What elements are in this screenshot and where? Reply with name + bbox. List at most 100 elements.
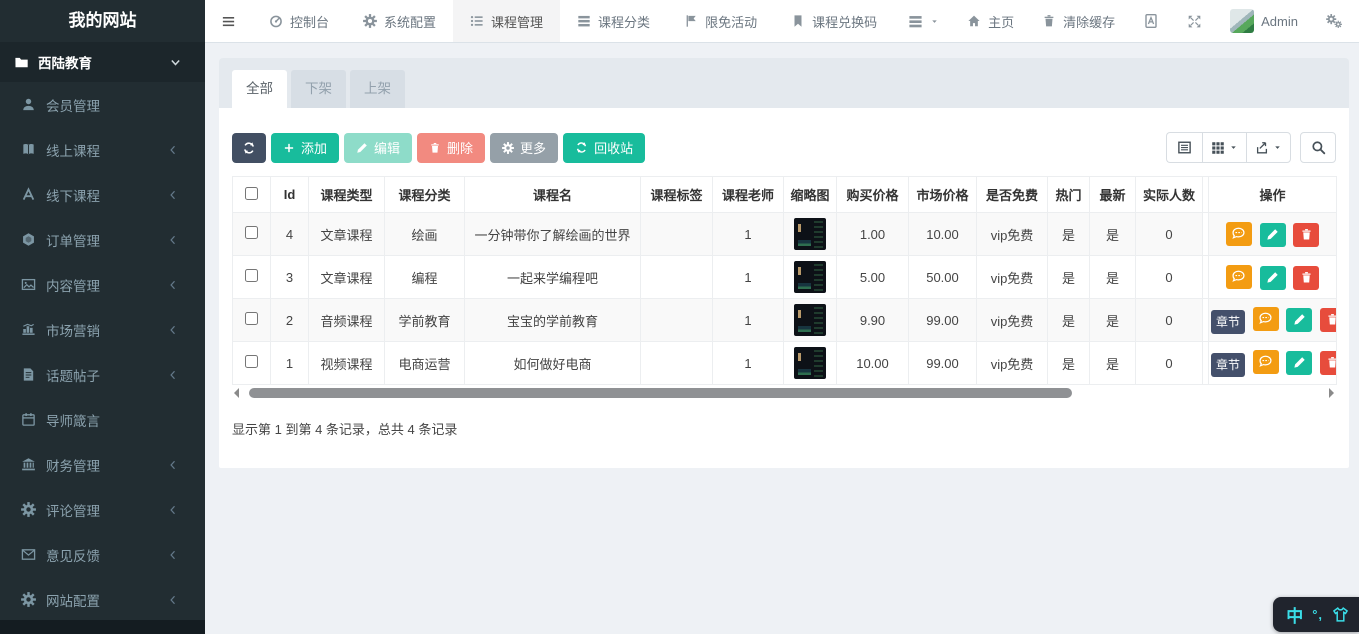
recycle-bin-button[interactable]: 回收站 [563,133,645,163]
comment-button[interactable] [1226,222,1252,246]
export-dropdown-button[interactable] [1246,132,1291,163]
delete-row-button[interactable] [1320,308,1337,332]
hot-toggle-link[interactable]: 是 [1062,228,1075,243]
row-checkbox[interactable] [245,355,258,368]
sidebar-item-topic-posts[interactable]: 话题帖子 [0,352,205,397]
sidebar-item-members[interactable]: 会员管理 [0,82,205,127]
nav-language-button[interactable] [1129,0,1173,42]
scroll-right-arrow[interactable] [1329,388,1334,398]
comment-button[interactable] [1253,307,1279,331]
header-course-type[interactable]: 课程类型 [309,177,385,213]
course-type-link[interactable]: 视频课程 [320,357,372,372]
sidebar-item-offline-courses[interactable]: 线下课程 [0,172,205,217]
scroll-left-arrow[interactable] [234,388,239,398]
delete-row-button[interactable] [1320,351,1337,375]
sidebar-item-finance[interactable]: 财务管理 [0,442,205,487]
header-id[interactable]: Id [271,177,309,213]
free-status-link[interactable]: vip免费 [991,271,1034,286]
select-all-checkbox[interactable] [245,187,258,200]
hot-toggle-link[interactable]: 是 [1062,271,1075,286]
newest-toggle-link[interactable]: 是 [1106,228,1119,243]
ime-skin-shirt-icon[interactable] [1332,606,1349,623]
thumbnail-image[interactable] [794,304,826,336]
header-thumbnail[interactable]: 缩略图 [784,177,837,213]
newest-toggle-link[interactable]: 是 [1106,271,1119,286]
comment-button[interactable] [1253,350,1279,374]
newest-toggle-link[interactable]: 是 [1106,314,1119,329]
ime-toolbar[interactable]: 中 °, [1273,597,1359,632]
header-course-teacher[interactable]: 课程老师 [713,177,784,213]
edit-row-button[interactable] [1260,266,1286,290]
sidebar-toggle-button[interactable] [205,0,252,42]
nav-tab-course-codes[interactable]: 课程兑换码 [774,0,894,42]
nav-fullscreen-button[interactable] [1173,0,1216,42]
horizontal-scrollbar[interactable] [232,387,1336,401]
ime-mode-indicator[interactable]: 中 [1286,602,1303,627]
nav-tab-course-categories[interactable]: 课程分类 [560,0,667,42]
nav-settings-button[interactable] [1312,0,1357,42]
edit-row-button[interactable] [1286,351,1312,375]
edit-button[interactable]: 编辑 [344,133,412,163]
sidebar-group-xilu-education[interactable]: 西陆教育 [0,42,205,82]
nav-clear-cache[interactable]: 清除缓存 [1028,0,1129,42]
header-actual-count[interactable]: 实际人数 [1136,177,1203,213]
comment-button[interactable] [1226,265,1252,289]
refresh-button[interactable] [232,133,266,163]
sidebar-item-site-config[interactable]: 网站配置 [0,577,205,622]
header-course-tag[interactable]: 课程标签 [641,177,713,213]
chapters-button[interactable]: 章节 [1211,310,1245,334]
delete-row-button[interactable] [1293,266,1319,290]
nav-tab-dashboard[interactable]: 控制台 [252,0,346,42]
hot-toggle-link[interactable]: 是 [1062,314,1075,329]
nav-user-menu[interactable]: Admin [1216,0,1312,42]
header-course-name[interactable]: 课程名 [465,177,641,213]
delete-row-button[interactable] [1293,223,1319,247]
row-checkbox[interactable] [245,269,258,282]
sidebar-item-mentor-quotes[interactable]: 导师箴言 [0,397,205,442]
sidebar-item-comments[interactable]: 评论管理 [0,487,205,532]
nav-tab-system-config[interactable]: 系统配置 [346,0,453,42]
header-newest[interactable]: 最新 [1090,177,1136,213]
sidebar-item-content[interactable]: 内容管理 [0,262,205,307]
thumbnail-image[interactable] [794,347,826,379]
course-type-link[interactable]: 文章课程 [320,271,372,286]
header-hot[interactable]: 热门 [1048,177,1090,213]
free-status-link[interactable]: vip免费 [991,314,1034,329]
add-button[interactable]: 添加 [271,133,339,163]
scrollbar-thumb[interactable] [249,388,1072,398]
thumbnail-image[interactable] [794,261,826,293]
course-type-link[interactable]: 文章课程 [320,228,372,243]
sidebar-item-marketing[interactable]: 市场营销 [0,307,205,352]
nav-tab-free-activities[interactable]: 限免活动 [667,0,774,42]
sidebar-item-online-courses[interactable]: 线上课程 [0,127,205,172]
nav-home[interactable]: 主页 [953,0,1028,42]
chapters-button[interactable]: 章节 [1211,353,1245,377]
nav-tab-course-management[interactable]: 课程管理 [453,0,560,42]
tab-on-shelf[interactable]: 上架 [350,70,405,108]
tab-off-shelf[interactable]: 下架 [291,70,346,108]
edit-row-button[interactable] [1286,308,1312,332]
header-is-free[interactable]: 是否免费 [977,177,1048,213]
sidebar-item-feedback[interactable]: 意见反馈 [0,532,205,577]
hot-toggle-link[interactable]: 是 [1062,357,1075,372]
ime-punctuation-indicator[interactable]: °, [1312,607,1323,622]
delete-button[interactable]: 删除 [417,133,485,163]
header-market-price[interactable]: 市场价格 [909,177,977,213]
free-status-link[interactable]: vip免费 [991,228,1034,243]
thumbnail-image[interactable] [794,218,826,250]
sidebar-item-orders[interactable]: 订单管理 [0,217,205,262]
header-buy-price[interactable]: 购买价格 [837,177,909,213]
detail-view-button[interactable] [1166,132,1202,163]
row-checkbox[interactable] [245,312,258,325]
columns-dropdown-button[interactable] [1202,132,1246,163]
newest-toggle-link[interactable]: 是 [1106,357,1119,372]
nav-menu-dropdown[interactable] [894,0,953,42]
edit-row-button[interactable] [1260,223,1286,247]
row-checkbox[interactable] [245,226,258,239]
header-course-category[interactable]: 课程分类 [385,177,465,213]
more-button[interactable]: 更多 [490,133,558,163]
search-button[interactable] [1300,132,1336,163]
free-status-link[interactable]: vip免费 [991,357,1034,372]
course-type-link[interactable]: 音频课程 [320,314,372,329]
tab-all[interactable]: 全部 [232,70,287,108]
